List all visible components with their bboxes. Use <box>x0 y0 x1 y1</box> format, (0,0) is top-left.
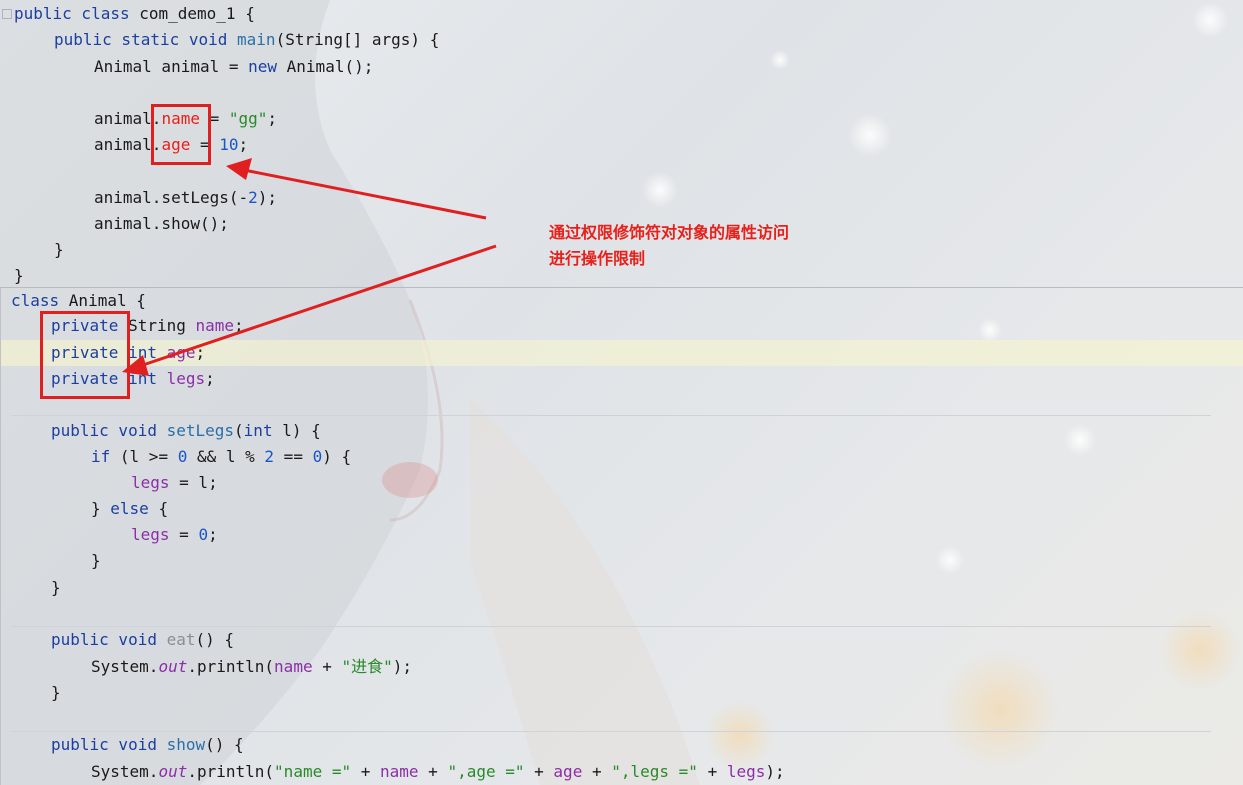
arrow-to-field-access <box>243 168 487 220</box>
annotation-arrows <box>122 158 497 376</box>
arrow-to-private-modifiers <box>139 244 497 368</box>
annotation-text: 通过权限修饰符对对象的属性访问 进行操作限制 <box>549 220 869 272</box>
arrow-head-icon <box>226 158 252 180</box>
annotation-line-2: 进行操作限制 <box>549 249 646 268</box>
arrow-head-icon <box>122 355 149 376</box>
annotation-line-1: 通过权限修饰符对对象的属性访问 <box>549 223 790 242</box>
